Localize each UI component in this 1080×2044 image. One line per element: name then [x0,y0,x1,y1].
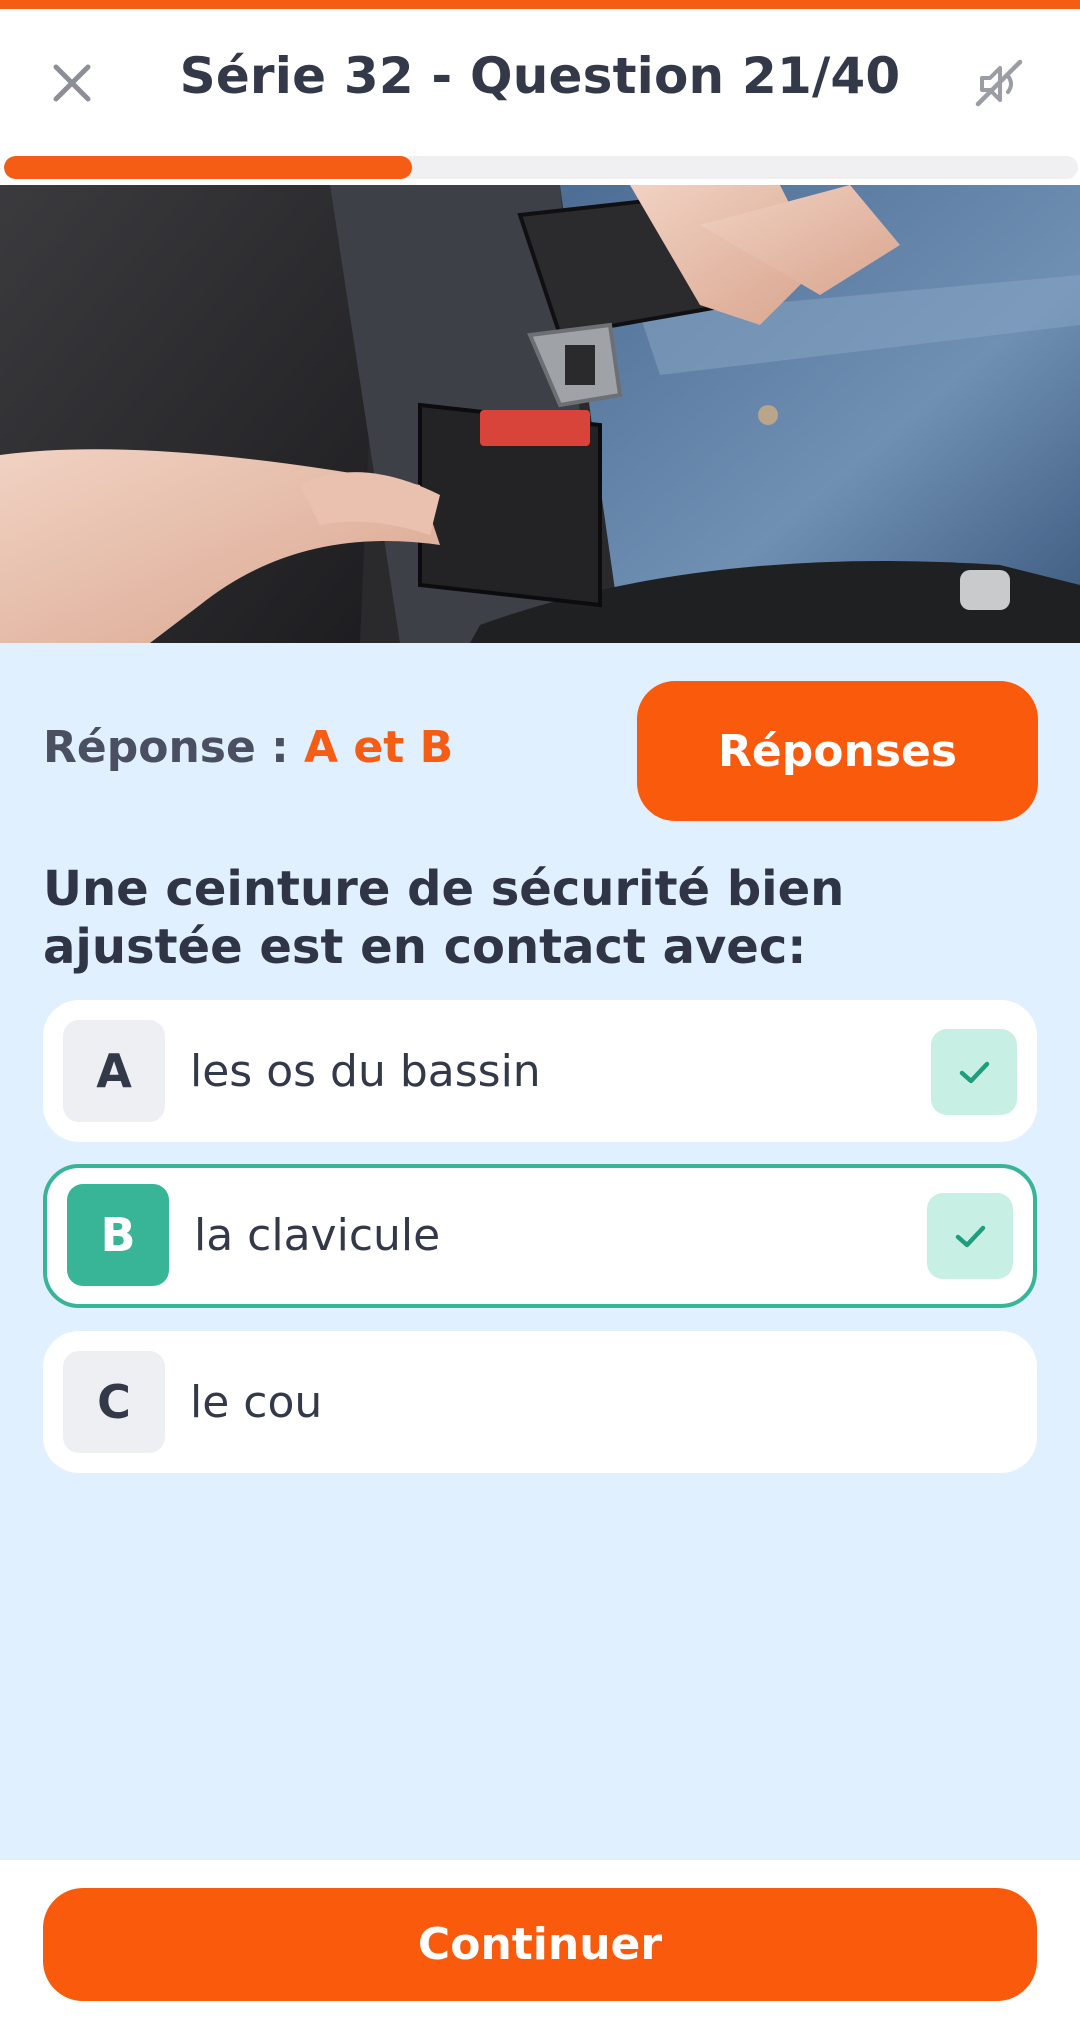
option-letter: B [67,1184,169,1286]
option-letter: C [63,1351,165,1453]
progress-bar [4,156,1078,179]
seatbelt-photo [0,185,1080,643]
question-text: Une ceinture de sécurité bien ajustée es… [43,861,845,975]
close-button[interactable] [42,53,102,113]
option-text: la clavicule [194,1209,441,1261]
progress-bar-fill [4,156,413,179]
option-letter: A [63,1020,165,1122]
option-c[interactable]: C le cou [43,1331,1037,1473]
sound-off-icon [975,59,1023,107]
sound-toggle-button[interactable] [965,51,1031,117]
top-accent-strip [0,0,1080,9]
header: Série 32 - Question 21/40 [0,9,1080,147]
option-b[interactable]: B la clavicule [43,1164,1037,1308]
continue-button[interactable]: Continuer [43,1888,1037,2001]
check-icon [927,1193,1013,1279]
page-title: Série 32 - Question 21/40 [179,47,901,105]
answer-label: Réponse : [43,722,289,773]
option-text: les os du bassin [190,1045,541,1097]
answer-value: A et B [304,722,454,773]
option-text: le cou [190,1376,323,1428]
check-icon [931,1029,1017,1115]
answer-summary: Réponse : A et B [43,722,453,773]
option-a[interactable]: A les os du bassin [43,1000,1037,1142]
question-image [0,185,1080,643]
answers-button[interactable]: Réponses [637,681,1038,821]
close-icon [53,64,91,102]
